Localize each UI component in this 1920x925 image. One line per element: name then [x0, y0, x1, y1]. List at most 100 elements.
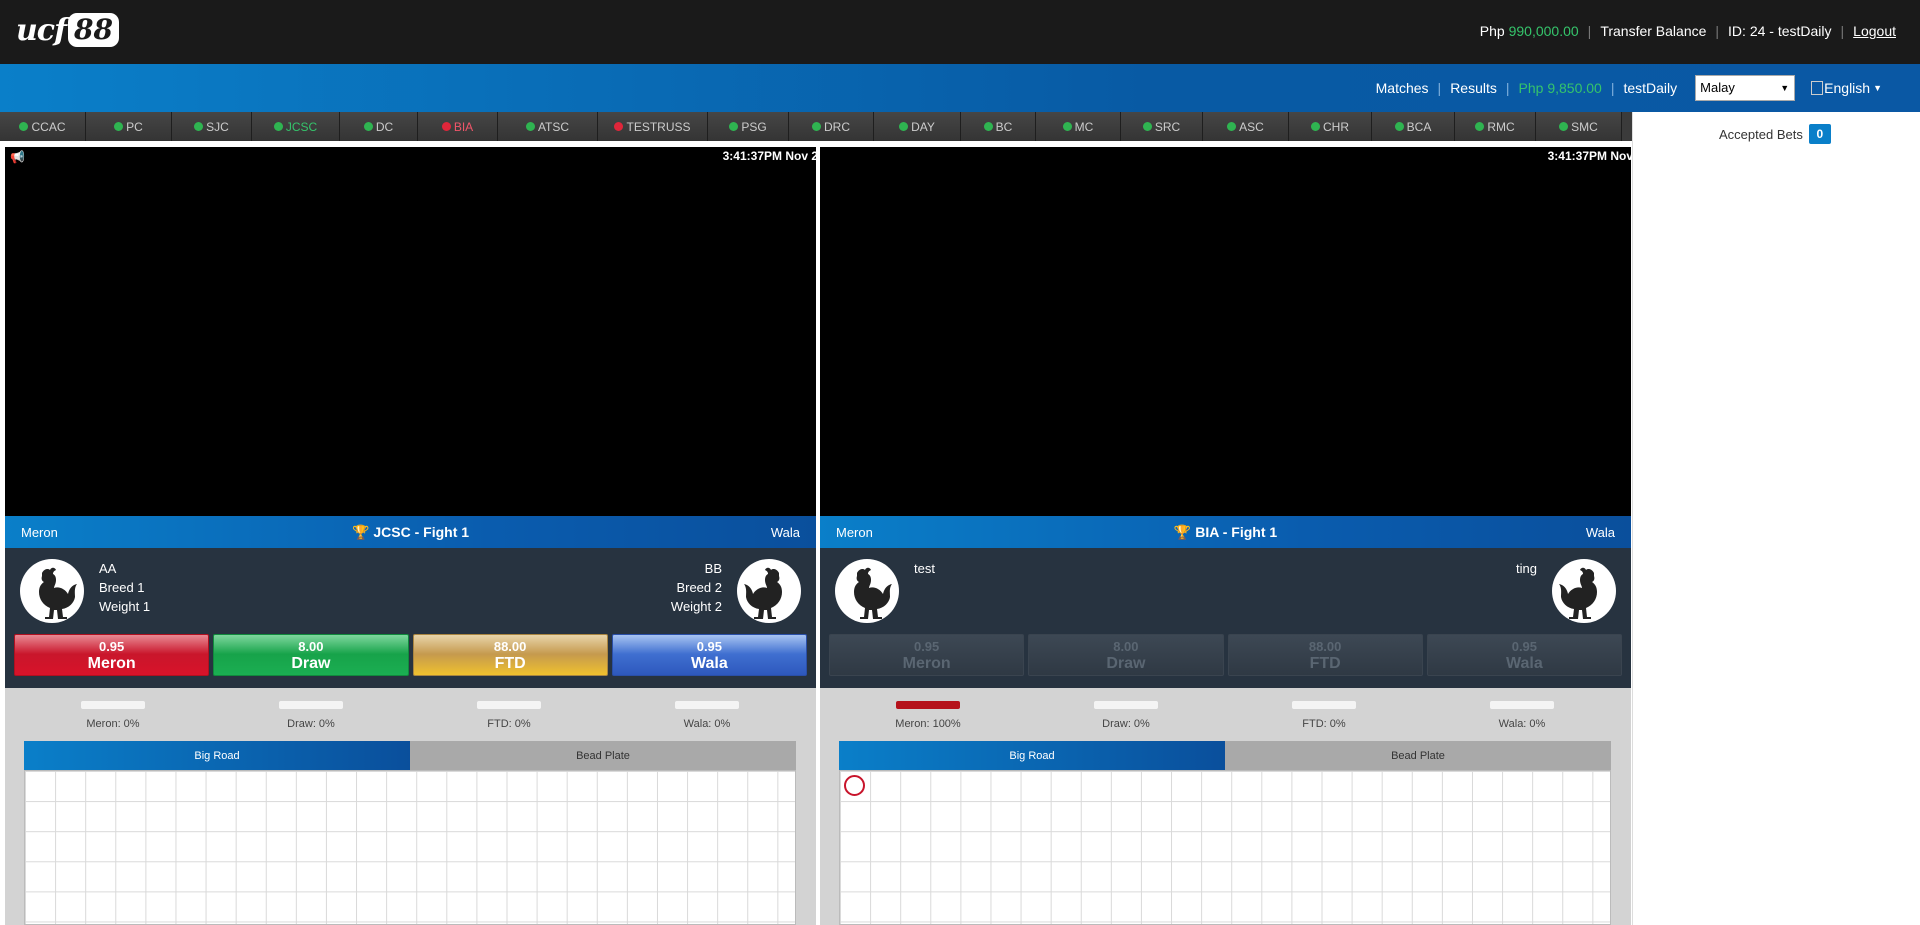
- bet-ftd-button[interactable]: 88.00 FTD: [412, 634, 608, 676]
- transfer-balance-link[interactable]: Transfer Balance: [1600, 23, 1706, 39]
- accepted-bets-label: Accepted Bets: [1719, 126, 1803, 142]
- stat-bar: [896, 701, 960, 709]
- arena-tab-bia[interactable]: BIA: [418, 112, 498, 141]
- stat-bar: [1490, 701, 1554, 709]
- wala-side-label: Wala: [1585, 525, 1615, 540]
- bet-slip-sidebar: Accepted Bets 0: [1632, 112, 1920, 925]
- bet-wala-button[interactable]: 0.95 Wala: [611, 634, 807, 676]
- status-dot-icon: [729, 122, 739, 131]
- wala-fighter-line: Weight 2: [670, 599, 722, 614]
- bet-odds: 0.95: [696, 639, 723, 654]
- arena-tab-psg[interactable]: PSG: [708, 112, 789, 141]
- status-dot-icon: [1227, 122, 1237, 131]
- arena-tab-label: DC: [375, 119, 394, 134]
- bet-odds: 0.95: [98, 639, 125, 654]
- wala-fighter-line: Breed 2: [676, 580, 722, 595]
- meron-fighter-line: Weight 1: [99, 599, 151, 614]
- arena-tab-label: MC: [1074, 119, 1094, 134]
- status-dot-icon: [1062, 122, 1072, 131]
- arena-tab-smc[interactable]: SMC: [1536, 112, 1622, 141]
- fight-title: 🏆 BIA - Fight 1: [1173, 524, 1278, 540]
- bet-meron-button[interactable]: 0.95 Meron: [14, 634, 210, 676]
- results-link[interactable]: Results: [1450, 80, 1497, 96]
- arena-tab-jcsc[interactable]: JCSC: [252, 112, 340, 141]
- arena-tab-day[interactable]: DAY: [874, 112, 961, 141]
- stat-draw: Draw: 0%: [1026, 692, 1226, 730]
- main-balance: 990,000.00: [1508, 23, 1579, 39]
- bet-odds: 8.00: [298, 639, 324, 654]
- arena-tab-label: SRC: [1154, 119, 1181, 134]
- wala-rooster-icon: [1552, 559, 1616, 623]
- bet-draw-button: 8.00 Draw: [1028, 634, 1224, 676]
- arena-tab-label: CCAC: [31, 119, 66, 134]
- matches-link[interactable]: Matches: [1376, 80, 1429, 96]
- language-select[interactable]: Malay ▼: [1695, 75, 1796, 101]
- arena-tab-label: BC: [995, 119, 1013, 134]
- arena-tab-ccac[interactable]: CCAC: [0, 112, 86, 141]
- arena-tab-asc[interactable]: ASC: [1203, 112, 1289, 141]
- wallet-balance: Php 9,850.00: [1518, 80, 1602, 96]
- video-stream[interactable]: 📢 3:41:37PM Nov 2: [5, 147, 816, 516]
- arena-tab-mc[interactable]: MC: [1036, 112, 1121, 141]
- status-dot-icon: [19, 122, 29, 131]
- arena-tab-rmc[interactable]: RMC: [1455, 112, 1536, 141]
- trophy-icon: 🏆: [351, 524, 370, 540]
- big-road-grid: [839, 770, 1611, 925]
- road-tabs: Big Road Bead Plate: [24, 741, 796, 770]
- account-info: Php 990,000.00 | Transfer Balance | ID: …: [1480, 23, 1896, 39]
- fight-panel: 📢 3:41:37PM Nov 2 Meron 🏆 JCSC - Fight 1 Wala…: [5, 147, 816, 925]
- status-dot-icon: [194, 122, 204, 131]
- arena-tab-label: ASC: [1239, 119, 1264, 134]
- status-dot-icon: [1475, 122, 1485, 131]
- tab-big-road[interactable]: Big Road: [839, 741, 1225, 770]
- arena-tab-bc[interactable]: BC: [961, 112, 1036, 141]
- arena-tab-pc[interactable]: PC: [86, 112, 172, 141]
- arena-tab-label: RMC: [1487, 119, 1515, 134]
- meron-rooster-icon: [835, 559, 899, 623]
- stat-label: Meron: 100%: [895, 718, 961, 730]
- caret-down-icon: ▼: [1873, 83, 1882, 93]
- language-select-value: Malay: [1700, 80, 1735, 95]
- big-road-grid: [24, 770, 796, 925]
- fighters-info: test ting 0.95 Meron 8.00 Draw 88.00 FTD 0.95 Wal…: [820, 548, 1631, 688]
- wala-side-label: Wala: [770, 525, 800, 540]
- stat-label: Wala: 0%: [683, 718, 731, 730]
- tab-bead-plate[interactable]: Bead Plate: [410, 741, 796, 770]
- fighters-info: AA Breed 1 Weight 1 BB Breed 2 Weight 2 0.95 Me…: [5, 548, 816, 688]
- arena-tab-chr[interactable]: CHR: [1289, 112, 1372, 141]
- language-dropdown[interactable]: English ▼: [1811, 80, 1882, 96]
- stream-clock: 3:41:37PM Nov 2: [722, 149, 816, 163]
- accepted-bets[interactable]: Accepted Bets 0: [1719, 124, 1831, 144]
- username[interactable]: testDaily: [1623, 80, 1677, 96]
- arena-tab-bca[interactable]: BCA: [1372, 112, 1455, 141]
- tab-big-road[interactable]: Big Road: [24, 741, 410, 770]
- fight-header: Meron 🏆 BIA - Fight 1 Wala: [820, 516, 1631, 548]
- announcement-icon[interactable]: 📢: [10, 150, 25, 164]
- video-stream[interactable]: 3:41:37PM Nov: [820, 147, 1631, 516]
- bet-draw-button[interactable]: 8.00 Draw: [213, 634, 409, 676]
- wala-fighter-details: BB Breed 2 Weight 2: [671, 559, 722, 616]
- stat-label: FTD: 0%: [487, 718, 531, 730]
- arena-tab-src[interactable]: SRC: [1121, 112, 1203, 141]
- arena-tab-label: DRC: [824, 119, 850, 134]
- fight-header: Meron 🏆 JCSC - Fight 1 Wala: [5, 516, 816, 548]
- arena-tab-atsc[interactable]: ATSC: [498, 112, 598, 141]
- road-tabs: Big Road Bead Plate: [839, 741, 1611, 770]
- meron-fighter-details: AA Breed 1 Weight 1: [99, 559, 150, 616]
- arena-tab-sjc[interactable]: SJC: [172, 112, 252, 141]
- logout-link[interactable]: Logout: [1853, 23, 1896, 39]
- wala-fighter-line: BB: [704, 561, 722, 576]
- arena-tab-drc[interactable]: DRC: [789, 112, 874, 141]
- status-dot-icon: [1311, 122, 1320, 131]
- stat-meron: Meron: 100%: [828, 692, 1028, 730]
- status-dot-icon: [899, 122, 909, 131]
- trophy-icon: 🏆: [1173, 524, 1192, 540]
- arena-tab-testruss[interactable]: TESTRUSS: [598, 112, 708, 141]
- fight-title: 🏆 JCSC - Fight 1: [351, 524, 470, 540]
- status-dot-icon: [273, 122, 283, 131]
- tab-bead-plate[interactable]: Bead Plate: [1225, 741, 1611, 770]
- site-logo[interactable]: ucf 88: [16, 10, 119, 50]
- arena-tab-label: PC: [126, 119, 143, 134]
- arena-tab-dc[interactable]: DC: [340, 112, 418, 141]
- status-dot-icon: [812, 122, 821, 131]
